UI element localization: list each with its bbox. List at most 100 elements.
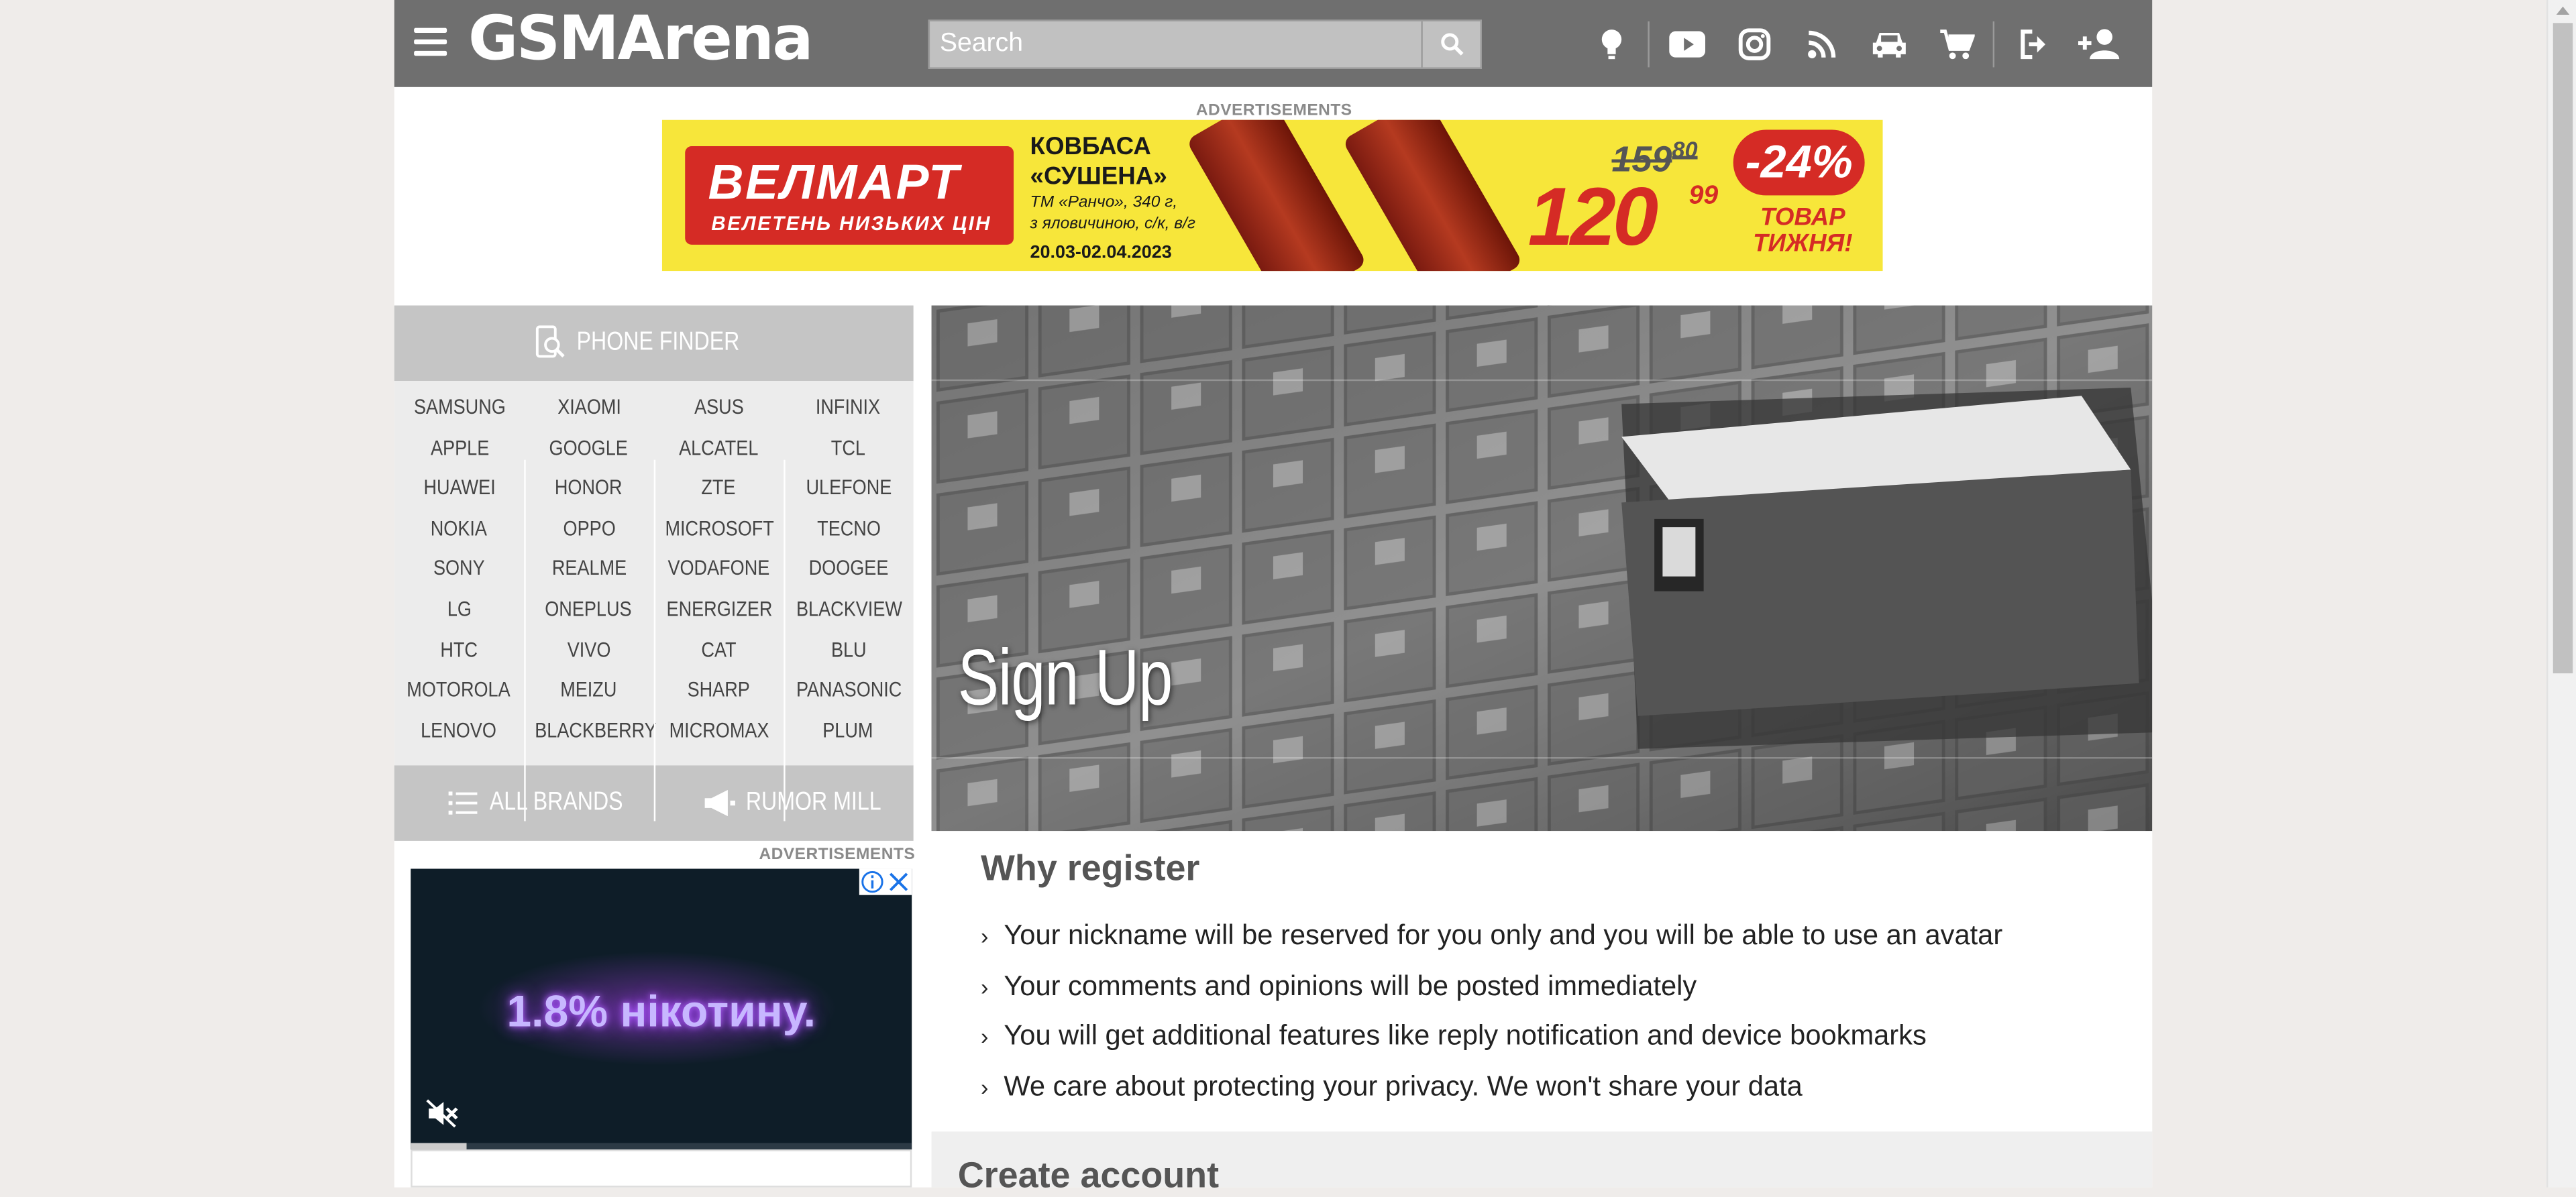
why-register-heading: Why register xyxy=(981,847,1200,889)
chevron-right-icon: › xyxy=(981,1074,989,1100)
brand-link[interactable]: CAT xyxy=(654,630,784,670)
ad-new-cents: 99 xyxy=(1688,182,1719,211)
brand-link[interactable]: OPPO xyxy=(524,509,653,549)
sausage-image xyxy=(1342,119,1523,272)
brand-link[interactable]: INFINIX xyxy=(784,388,913,428)
brand-link[interactable]: ENERGIZER xyxy=(654,589,784,630)
brand-link[interactable]: MICROMAX xyxy=(654,711,784,751)
brand-link[interactable]: PLUM xyxy=(784,711,913,751)
brand-link[interactable]: BLACKBERRY xyxy=(524,711,656,751)
hero-line xyxy=(931,756,2153,759)
brand-link[interactable]: DOOGEE xyxy=(784,549,913,589)
phone-finder-label: PHONE FINDER xyxy=(576,328,739,357)
logo-text: GSMArena xyxy=(468,8,812,67)
brand-link[interactable]: SONY xyxy=(394,549,524,589)
chevron-right-icon: › xyxy=(981,923,989,950)
menu-icon[interactable] xyxy=(414,27,447,58)
brand-link[interactable]: APPLE xyxy=(394,428,524,468)
header-divider xyxy=(1648,21,1650,68)
scrollbar-thumb[interactable] xyxy=(2553,23,2573,674)
brand-column: XIAOMI GOOGLE HONOR OPPO REALME ONEPLUS … xyxy=(524,388,656,751)
ad-dates: 20.03-02.04.2023 xyxy=(1030,243,1172,263)
login-icon[interactable] xyxy=(1998,19,2065,68)
phone-finder-button[interactable]: PHONE FINDER xyxy=(394,305,914,382)
brand-link[interactable]: HONOR xyxy=(524,468,653,508)
brand-link[interactable]: GOOGLE xyxy=(524,428,653,468)
brand-link[interactable]: MOTOROLA xyxy=(394,671,524,711)
brand-link[interactable]: LENOVO xyxy=(394,711,524,751)
rss-icon[interactable] xyxy=(1788,19,1855,68)
page-title: Sign Up xyxy=(957,635,1173,723)
brand-link[interactable]: MEIZU xyxy=(524,671,653,711)
create-account-heading: Create account xyxy=(957,1154,1220,1196)
phone-search-icon xyxy=(535,325,564,358)
brand-column: SAMSUNG APPLE HUAWEI NOKIA SONY LG HTC M… xyxy=(394,388,524,751)
site-logo[interactable]: GSMArena xyxy=(468,3,816,84)
sidebar-ad-footer xyxy=(411,1149,912,1188)
mute-icon[interactable] xyxy=(425,1098,458,1128)
brand-link[interactable]: ONEPLUS xyxy=(524,589,653,630)
ad-info-icon[interactable] xyxy=(859,869,885,895)
why-register-section: Why register › Your nickname will be rese… xyxy=(931,831,2153,1132)
brand-link[interactable]: XIAOMI xyxy=(524,388,653,428)
brand-link[interactable]: LG xyxy=(394,589,524,630)
brand-link[interactable]: BLU xyxy=(784,630,913,670)
list-item: › You will get additional features like r… xyxy=(981,1020,1927,1051)
ad-label: ADVERTISEMENTS xyxy=(759,846,916,864)
page-scrollbar[interactable] xyxy=(2546,0,2576,1188)
brand-link[interactable]: VODAFONE xyxy=(654,549,784,589)
header-divider xyxy=(1992,21,1995,68)
ad-label: ADVERTISEMENTS xyxy=(1195,101,1352,120)
brand-link[interactable]: HTC xyxy=(394,630,524,670)
rumor-mill-button[interactable]: RUMOR MILL xyxy=(703,789,911,818)
search-button[interactable] xyxy=(1421,21,1480,68)
scroll-up-arrow-icon[interactable] xyxy=(2556,6,2570,15)
hero-line xyxy=(931,379,2153,382)
brand-link[interactable]: NOKIA xyxy=(394,509,524,549)
tip-icon[interactable] xyxy=(1577,19,1644,68)
add-user-icon[interactable] xyxy=(2065,19,2132,68)
ad-discount-badge: -24% xyxy=(1733,129,1865,196)
sidebar-ad-text: 1.8% нікотину. xyxy=(506,986,816,1037)
brand-link[interactable]: TECNO xyxy=(784,509,913,549)
list-item: › We care about protecting your privacy. … xyxy=(981,1070,1803,1102)
brand-link[interactable]: SAMSUNG xyxy=(394,388,524,428)
car-icon[interactable] xyxy=(1855,19,1922,68)
chevron-right-icon: › xyxy=(981,1023,989,1050)
sidebar: PHONE FINDER SAMSUNG APPLE HUAWEI NOKIA … xyxy=(394,305,914,841)
top-ad-banner[interactable]: ВЕЛМАРТ ВЕЛЕТЕНЬ НИЗЬКИХ ЦІН КОВБАСА «СУ… xyxy=(661,119,1883,272)
brand-link[interactable]: REALME xyxy=(524,549,653,589)
cart-icon[interactable] xyxy=(1922,19,1989,68)
brand-link[interactable]: ALCATEL xyxy=(654,428,784,468)
close-icon[interactable] xyxy=(885,869,912,895)
brand-link[interactable]: TCL xyxy=(784,428,913,468)
search-box xyxy=(928,19,1482,69)
instagram-icon[interactable] xyxy=(1720,19,1787,68)
page-container: GSMArena Search ADVERTISEMENTS ВЕЛМАРТ В… xyxy=(394,0,2153,1196)
brand-list: SAMSUNG APPLE HUAWEI NOKIA SONY LG HTC M… xyxy=(394,381,914,821)
hero-image: Sign Up xyxy=(931,305,2153,832)
ad-product-desc-2: з яловичиною, с/к, в/г xyxy=(1030,215,1195,233)
sausage-image xyxy=(1185,119,1367,272)
video-progress-bar[interactable] xyxy=(411,1143,912,1150)
brand-column: ASUS ALCATEL ZTE MICROSOFT VODAFONE ENER… xyxy=(654,388,784,751)
all-brands-button[interactable]: ALL BRANDS xyxy=(448,789,704,818)
ad-product-title-2: «СУШЕНА» xyxy=(1030,162,1167,191)
brand-link[interactable]: BLACKVIEW xyxy=(784,589,913,630)
brand-column: INFINIX TCL ULEFONE TECNO DOOGEE BLACKVI… xyxy=(784,388,913,751)
brand-link[interactable]: SHARP xyxy=(654,671,784,711)
site-header: GSMArena xyxy=(394,0,2153,87)
search-input[interactable] xyxy=(930,21,1443,68)
brand-link[interactable]: ZTE xyxy=(654,468,784,508)
brand-link[interactable]: HUAWEI xyxy=(394,468,524,508)
brand-link[interactable]: MICROSOFT xyxy=(654,509,784,549)
brand-link[interactable]: ULEFONE xyxy=(784,468,913,508)
brand-link[interactable]: ASUS xyxy=(654,388,784,428)
brand-link[interactable]: PANASONIC xyxy=(784,671,913,711)
youtube-icon[interactable] xyxy=(1653,19,1720,68)
megaphone-icon xyxy=(704,789,735,817)
list-item: › Your nickname will be reserved for you … xyxy=(981,920,2003,952)
ad-product-title-1: КОВБАСА xyxy=(1030,133,1151,162)
brand-link[interactable]: VIVO xyxy=(524,630,653,670)
sidebar-video-ad[interactable]: 1.8% нікотину. xyxy=(411,868,912,1150)
